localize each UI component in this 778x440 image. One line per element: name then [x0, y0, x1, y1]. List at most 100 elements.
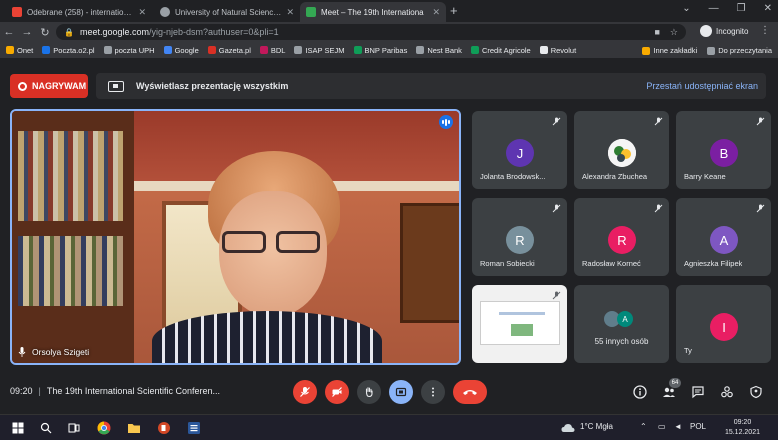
- chrome-icon: [97, 421, 111, 435]
- avatar: A: [617, 311, 633, 327]
- meeting-details-button[interactable]: [632, 384, 648, 400]
- browser-tab-strip: Odebrane (258) - international.u ✕ Unive…: [0, 0, 778, 22]
- star-icon[interactable]: ☆: [670, 27, 678, 38]
- host-controls-button[interactable]: [748, 384, 764, 400]
- minimize-icon[interactable]: —: [709, 3, 719, 14]
- active-speaker-tile[interactable]: Orsolya Szigeti: [10, 109, 461, 365]
- present-now-button[interactable]: [389, 380, 413, 404]
- bookmark-icon: [539, 46, 548, 54]
- windows-logo-icon: [12, 422, 24, 434]
- avatar: R: [608, 226, 636, 254]
- windows-start-button[interactable]: [10, 420, 26, 436]
- avatar-group: A: [604, 311, 633, 327]
- stop-sharing-button[interactable]: Przestań udostępniać ekran: [646, 81, 758, 91]
- lock-icon[interactable]: 🔒: [64, 28, 74, 37]
- tab-meet[interactable]: Meet – The 19th Internationa ✕: [300, 2, 446, 22]
- taskbar-file-explorer[interactable]: [126, 420, 142, 436]
- back-icon[interactable]: ←: [0, 26, 18, 38]
- participant-tile[interactable]: R Roman Sobiecki: [472, 198, 567, 276]
- taskbar-word[interactable]: [186, 420, 202, 436]
- forward-icon[interactable]: →: [18, 26, 36, 38]
- browser-toolbar: ← → ↻ 🔒 meet.google.com/yig-njeb-dsm?aut…: [0, 22, 778, 42]
- bookmark-item[interactable]: Poczta.o2.pl: [42, 46, 95, 55]
- mic-muted-icon: [552, 291, 561, 300]
- bookmark-icon: [353, 46, 362, 54]
- address-bar[interactable]: 🔒 meet.google.com/yig-njeb-dsm?authuser=…: [56, 24, 686, 40]
- profile-button[interactable]: Incognito: [700, 25, 748, 37]
- taskbar-search-button[interactable]: [38, 420, 54, 436]
- search-icon: [40, 422, 52, 434]
- task-view-icon: [68, 423, 80, 433]
- more-participants-tile[interactable]: A 55 innych osób: [574, 285, 669, 363]
- close-icon[interactable]: ✕: [138, 7, 146, 18]
- bookmark-folder-other[interactable]: Inne zakładki: [642, 46, 697, 55]
- info-icon: [633, 385, 647, 399]
- mic-muted-icon: [756, 117, 765, 126]
- bookmark-icon: [163, 46, 172, 54]
- bookmark-item[interactable]: BNP Paribas: [353, 46, 407, 55]
- bookmark-item[interactable]: Revolut: [539, 46, 576, 55]
- mic-muted-icon: [552, 117, 561, 126]
- chevron-down-icon[interactable]: ⌄: [682, 3, 690, 14]
- new-tab-button[interactable]: +: [450, 3, 458, 18]
- people-button[interactable]: 64: [661, 378, 681, 400]
- raise-hand-button[interactable]: [357, 380, 381, 404]
- participant-tile[interactable]: J Jolanta Brodowsk...: [472, 111, 567, 189]
- tab-gmail[interactable]: Odebrane (258) - international.u ✕: [6, 2, 152, 22]
- video-books: [18, 236, 123, 306]
- video-books: [18, 131, 123, 221]
- bookmark-item[interactable]: Onet: [6, 46, 33, 55]
- close-icon[interactable]: ✕: [432, 7, 440, 18]
- activities-button[interactable]: [719, 384, 735, 400]
- camera-off-icon: [332, 387, 342, 397]
- mic-muted-icon: [654, 117, 663, 126]
- camera-icon[interactable]: ■: [654, 27, 659, 38]
- participant-tile[interactable]: R Radosław Korneć: [574, 198, 669, 276]
- bookmark-item[interactable]: ISAP SEJM: [294, 46, 345, 55]
- reload-icon[interactable]: ↻: [36, 26, 54, 39]
- leave-call-button[interactable]: [453, 380, 487, 404]
- close-window-icon[interactable]: ✕: [764, 3, 772, 14]
- self-tile[interactable]: I Ty: [676, 285, 771, 363]
- participant-tile[interactable]: A Agnieszka Filipek: [676, 198, 771, 276]
- avatar: A: [710, 226, 738, 254]
- meet-controls-bar: 09:20 | The 19th International Scientific …: [0, 376, 778, 408]
- reading-list[interactable]: Do przeczytania: [707, 46, 772, 55]
- bookmark-icon: [294, 46, 303, 54]
- bookmark-item[interactable]: Gazeta.pl: [207, 46, 251, 55]
- taskbar-clock[interactable]: 09:20 15.12.2021: [725, 418, 760, 438]
- microphone-toggle-button[interactable]: [293, 380, 317, 404]
- bookmark-item[interactable]: Nest Bank: [416, 46, 462, 55]
- more-options-button[interactable]: [421, 380, 445, 404]
- taskbar-powerpoint[interactable]: [156, 420, 172, 436]
- bookmark-item[interactable]: Credit Agricole: [470, 46, 531, 55]
- record-icon: [18, 81, 27, 91]
- mic-muted-icon: [552, 204, 561, 213]
- participant-tile[interactable]: Alexandra Zbuchea: [574, 111, 669, 189]
- bookmark-item[interactable]: poczta UPH: [103, 46, 155, 55]
- present-screen-icon: [108, 80, 124, 92]
- taskbar-chrome[interactable]: [96, 420, 112, 436]
- volume-icon[interactable]: ◄: [674, 422, 682, 431]
- keyboard-language[interactable]: POL: [690, 422, 706, 431]
- participant-tile[interactable]: B Barry Keane: [676, 111, 771, 189]
- tab-university[interactable]: University of Natural Sciences an ✕: [154, 2, 300, 22]
- chat-button[interactable]: [690, 384, 706, 400]
- camera-toggle-button[interactable]: [325, 380, 349, 404]
- video-cabinet: [400, 203, 459, 323]
- bookmark-icon: [259, 46, 268, 54]
- recording-badge[interactable]: NAGRYWAM: [10, 74, 88, 98]
- presentation-tile[interactable]: [472, 285, 567, 363]
- bookmark-item[interactable]: BDL: [259, 46, 285, 55]
- browser-menu-icon[interactable]: ⋮: [760, 25, 770, 36]
- maximize-icon[interactable]: ❐: [737, 3, 746, 14]
- network-icon[interactable]: ▭: [658, 422, 666, 431]
- tray-chevron-icon[interactable]: ⌃: [640, 422, 647, 431]
- task-view-button[interactable]: [66, 420, 82, 436]
- bookmark-item[interactable]: Google: [163, 46, 199, 55]
- windows-taskbar: 1°C Mgła ⌃ ▭ ◄ POL 09:20 15.12.2021: [0, 414, 778, 440]
- weather-widget[interactable]: [560, 420, 576, 436]
- close-icon[interactable]: ✕: [286, 7, 294, 18]
- presentation-banner: Wyświetlasz prezentację wszystkim Przest…: [96, 73, 766, 99]
- bookmark-icon: [470, 46, 479, 54]
